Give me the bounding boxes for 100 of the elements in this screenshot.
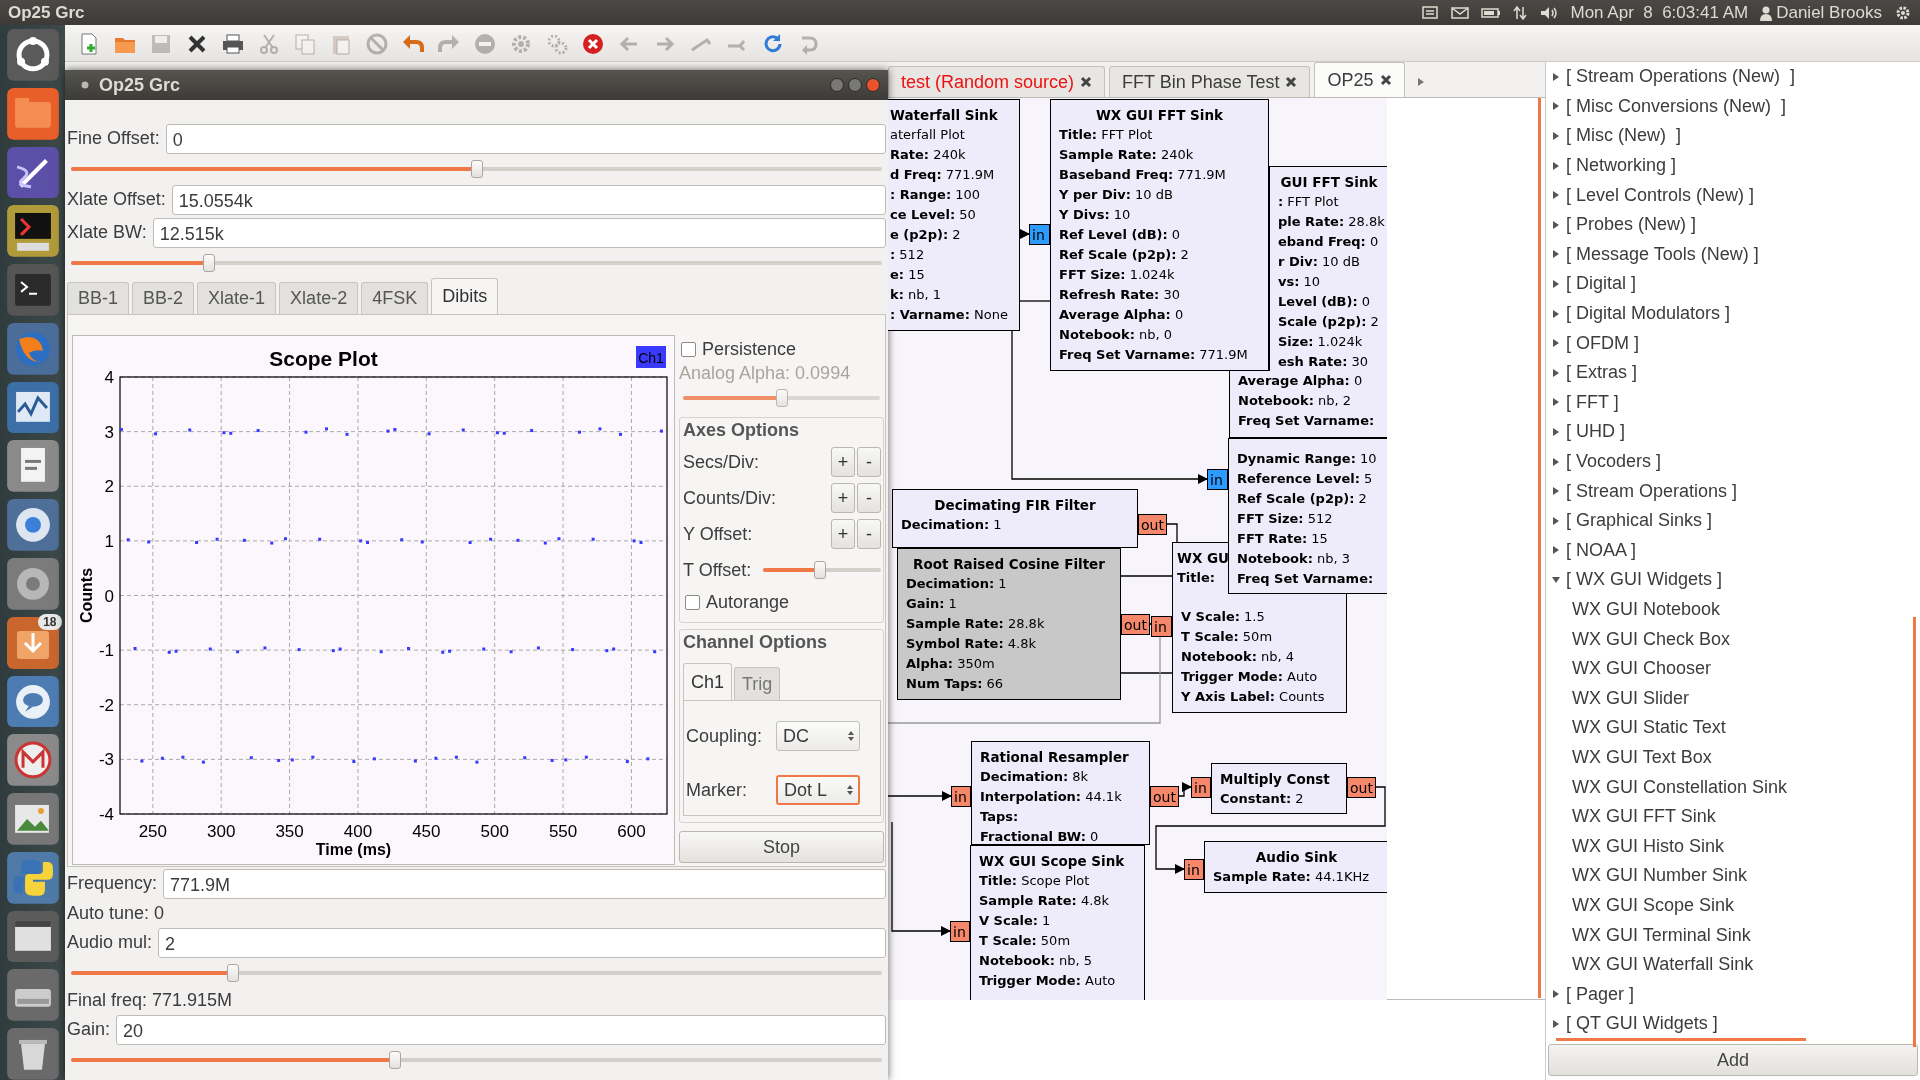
notebook-tab[interactable]: 4FSK [361,282,429,314]
tree-item[interactable]: [ Stream Operations (New) ] [1566,66,1796,88]
add-button[interactable]: Add [1548,1044,1918,1076]
tree-item[interactable]: WX GUI Terminal Sink [1572,924,1751,946]
stop-button[interactable]: Stop [679,831,884,863]
tree-item[interactable]: [ Graphical Sinks ] [1566,510,1713,532]
block-parameter: Constant: 2 [1220,790,1304,808]
tree-item[interactable]: [ Digital Modulators ] [1566,303,1731,325]
port[interactable]: in [1191,777,1211,798]
axis-tick-label: -2 [98,695,114,715]
block-parameter: Ref Scale (p2p): 2 [1237,490,1367,508]
dropdown[interactable]: Dot L [776,775,860,805]
block-parameter: eband Freq: 0 [1278,233,1379,251]
block-parameter: Fractional BW: 0 [980,828,1099,844]
flowgraph-block[interactable]: GUI FFT Sink : FFT Plot ple Rate: 28.8k eband Freq: 0 r Div: 10 dB vs: 10 Level (dB): 0 Scale (p2p): 2 Size: 1.024k esh Rate: 30 [1269,166,1387,371]
tree-item[interactable]: [ Stream Operations ] [1566,480,1738,502]
port[interactable]: out [1347,777,1376,798]
tree-item[interactable]: [ Vocoders ] [1566,451,1662,472]
flowgraph-block[interactable]: Dynamic Range: 10 Reference Level: 5 Ref Scale (p2p): 2 FFT Size: 512 FFT Rate: 15 Notebook: nb, 3 Freq Set Varname: [1228,438,1387,594]
port[interactable]: in [951,786,971,807]
tree-item[interactable]: [ Extras ] [1566,362,1637,384]
step-button[interactable]: - [857,483,881,513]
block-parameter: e (p2p): 2 [890,226,961,244]
input-field[interactable]: 12.515k [152,217,886,248]
tree-item[interactable]: WX GUI Histo Sink [1572,835,1725,857]
tree-item[interactable]: WX GUI Number Sink [1572,865,1748,887]
tree-item[interactable]: [ Misc (New) ] [1566,125,1681,147]
tree-item[interactable]: WX GUI Notebook [1572,599,1721,620]
tree-item[interactable]: [ Level Controls (New) ] [1566,184,1755,206]
axis-tick-label: 550 [548,822,578,841]
tree-item[interactable]: [ Digital ] [1566,273,1637,295]
tree-item[interactable]: [ NOAA ] [1566,539,1637,561]
step-button[interactable]: + [831,447,855,477]
flowgraph-block[interactable]: Average Alpha: 0 Notebook: nb, 2 Freq Set Varname: [1229,371,1387,438]
step-button[interactable]: + [831,483,855,513]
port[interactable]: in [950,921,970,942]
tree-item[interactable]: [ WX GUI Widgets ] [1566,569,1723,591]
user-name[interactable]: Daniel Brooks [1776,2,1882,23]
tree-item[interactable]: WX GUI Scope Sink [1572,894,1735,916]
tree-item[interactable]: [ Networking ] [1566,155,1677,177]
tree-item[interactable]: [ QT GUI Widgets ] [1566,1013,1718,1035]
document-tab[interactable]: OP25 [1314,62,1405,97]
notebook-tab[interactable]: BB-2 [132,282,195,314]
flowgraph-block[interactable]: Rational Resampler Decimation: 8k Interpolation: 44.1k Taps: Fractional BW: 0 [971,741,1150,845]
document-tab[interactable]: test (Random source) [888,66,1106,97]
axis-tick-label: 300 [207,822,236,841]
block-parameter: Sample Rate: 240k [1059,146,1194,164]
tree-item[interactable]: WX GUI Static Text [1572,717,1726,739]
flowgraph-block[interactable]: WX GU Title: [1172,542,1228,594]
document-tab[interactable]: FFT Bin Phase Test [1109,66,1311,97]
tree-item[interactable]: WX GUI Check Box [1572,628,1731,650]
step-button[interactable]: - [857,519,881,549]
dropdown[interactable]: DC [776,721,860,751]
flowgraph-block[interactable]: Waterfall Sink aterfall Plot Rate: 240k d Freq: 771.9M : Range: 100 ce Level: 50 e (p2p): 2 : 512 e: 15 k: nb, 1 : Varname: None [888,99,1020,331]
tree-item[interactable]: [ Probes (New) ] [1566,214,1697,236]
tree-item[interactable]: WX GUI Text Box [1572,746,1712,768]
flowgraph-block[interactable]: Decimating FIR Filter Decimation: 1 [892,489,1138,548]
tree-item[interactable]: [ OFDM ] [1566,332,1639,354]
tree-item[interactable]: WX GUI Slider [1572,687,1690,709]
flowgraph-block[interactable]: Audio Sink Sample Rate: 44.1KHz [1204,841,1387,893]
flowgraph-block[interactable]: WX GUI Scope Sink Title: Scope Plot Sample Rate: 4.8k V Scale: 1 T Scale: 50m Notebook: nb, 5 Trigger Mode: Auto [970,845,1145,1000]
tree-item[interactable]: [ UHD ] [1566,421,1625,443]
input-field[interactable]: 0 [165,123,886,154]
flowgraph-block[interactable]: Multiply Const Constant: 2 [1211,763,1347,814]
block-parameter: Interpolation: 44.1k [980,788,1122,806]
port[interactable]: in [1207,469,1228,490]
notebook-tab[interactable]: BB-1 [67,282,130,314]
field-label: Frequency: [67,873,158,894]
tree-item[interactable]: [ Misc Conversions (New) ] [1566,95,1787,117]
input-field[interactable]: 771.9M [163,868,886,899]
tree-item[interactable]: WX GUI Constellation Sink [1572,776,1788,798]
tree-item[interactable]: WX GUI Waterfall Sink [1572,954,1754,976]
block-parameter: Notebook: nb, 0 [1059,326,1173,344]
tree-item[interactable]: [ Message Tools (New) ] [1566,243,1759,265]
step-button[interactable]: - [857,447,881,477]
checkbox-label: Autorange [706,591,790,613]
notebook-tab[interactable]: Xlate-2 [279,282,359,314]
input-field[interactable]: 15.0554k [171,184,886,215]
port[interactable]: in [1029,224,1050,245]
port[interactable]: in [1151,616,1172,637]
input-field[interactable]: 20 [116,1014,886,1045]
block-parameter: Trigger Mode: Auto [979,972,1116,990]
block-parameter: Level (dB): 0 [1278,293,1371,311]
field-label: Counts/Div: [683,487,778,509]
channel-tab[interactable]: Ch1 [683,663,733,700]
tree-item[interactable]: WX GUI FFT Sink [1572,806,1716,828]
flowgraph-block[interactable]: V Scale: 1.5 T Scale: 50m Notebook: nb, 4 Trigger Mode: Auto Y Axis Label: Counts [1172,594,1347,713]
field-label: Gain: [67,1019,111,1040]
port[interactable]: in [1184,859,1204,880]
notebook-tab[interactable]: Dibits [431,278,499,314]
tree-item[interactable]: [ Pager ] [1566,983,1635,1005]
clock[interactable]: Mon Apr 8 6:03:41 AM [1570,2,1749,23]
block-parameter: Scale (p2p): 2 [1278,313,1379,331]
port[interactable]: out [1150,786,1179,807]
input-field[interactable]: 2 [158,927,886,958]
tree-item[interactable]: [ FFT ] [1566,391,1619,413]
step-button[interactable]: + [831,519,855,549]
port[interactable]: out [1138,514,1167,535]
notebook-tab[interactable]: Xlate-1 [197,282,277,314]
tree-item[interactable]: WX GUI Chooser [1572,658,1712,680]
